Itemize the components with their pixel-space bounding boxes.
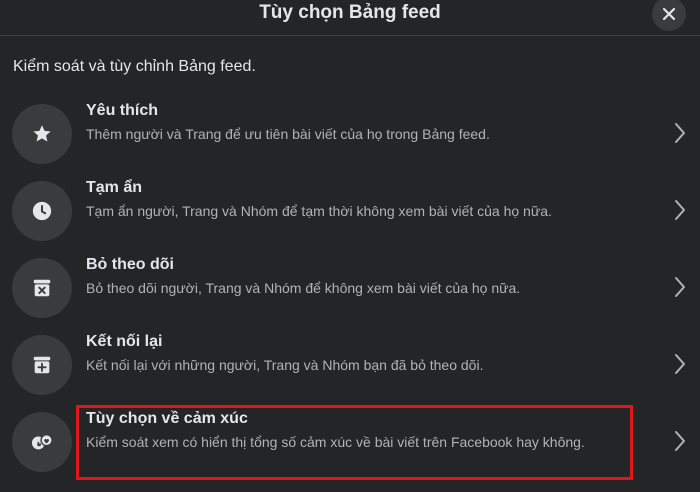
option-title: Tạm ẩn xyxy=(86,179,143,196)
reactions-icon xyxy=(31,433,53,450)
option-icon-circle xyxy=(12,258,72,318)
clock-icon xyxy=(32,201,52,221)
option-icon-circle xyxy=(12,181,72,241)
option-title: Bỏ theo dõi xyxy=(86,256,174,273)
option-title: Kết nối lại xyxy=(86,333,163,350)
star-icon xyxy=(33,125,51,142)
unfollow-box-icon xyxy=(33,279,51,297)
chevron-right-icon xyxy=(675,354,685,374)
feed-preferences-dialog: Tùy chọn Bảng feed Kiểm soát và tùy chỉn… xyxy=(0,0,700,492)
dialog-title: Tùy chọn Bảng feed xyxy=(259,1,441,23)
option-reconnect[interactable]: Kết nối lại Kết nối lại với những người,… xyxy=(0,331,700,403)
chevron-right-icon xyxy=(675,431,685,451)
close-button[interactable] xyxy=(652,0,686,31)
dialog-header: Tùy chọn Bảng feed xyxy=(0,0,700,36)
option-icon-circle xyxy=(12,335,72,395)
option-unfollow[interactable]: Bỏ theo dõi Bỏ theo dõi người, Trang và … xyxy=(0,254,700,326)
chevron-right-icon xyxy=(675,277,685,297)
reconnect-box-icon xyxy=(33,356,51,374)
option-description: Thêm người và Trang để ưu tiên bài viết … xyxy=(86,126,490,142)
option-reaction-preferences[interactable]: Tùy chọn về cảm xúc Kiểm soát xem có hiể… xyxy=(0,408,700,480)
close-icon xyxy=(662,7,676,21)
option-title: Tùy chọn về cảm xúc xyxy=(86,410,248,427)
option-description: Bỏ theo dõi người, Trang và Nhóm để khôn… xyxy=(86,280,521,296)
option-favorites[interactable]: Yêu thích Thêm người và Trang để ưu tiên… xyxy=(0,100,700,172)
option-icon-circle xyxy=(12,412,72,472)
option-snooze[interactable]: Tạm ẩn Tạm ẩn người, Trang và Nhóm để tạ… xyxy=(0,177,700,249)
option-description: Kết nối lại với những người, Trang và Nh… xyxy=(86,357,484,373)
option-title: Yêu thích xyxy=(86,102,159,119)
chevron-right-icon xyxy=(675,123,685,143)
option-icon-circle xyxy=(12,104,72,164)
dialog-subtitle: Kiểm soát và tùy chỉnh Bảng feed. xyxy=(13,58,256,75)
option-description: Tạm ẩn người, Trang và Nhóm để tạm thời … xyxy=(86,203,552,219)
chevron-right-icon xyxy=(675,200,685,220)
option-description: Kiểm soát xem có hiển thị tổng số cảm xú… xyxy=(86,434,585,450)
